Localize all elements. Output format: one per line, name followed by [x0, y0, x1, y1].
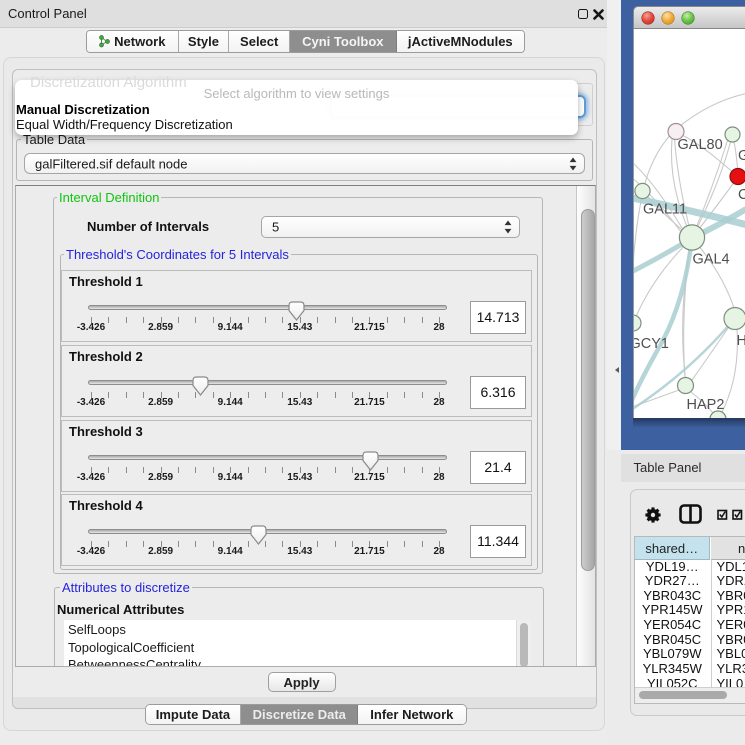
svg-text:GCY1: GCY1: [634, 336, 669, 352]
svg-text:GAL80: GAL80: [678, 137, 723, 153]
svg-text:HAP2: HAP2: [687, 397, 725, 413]
svg-text:GAL11: GAL11: [643, 201, 687, 217]
svg-text:GA: GA: [738, 148, 745, 164]
svg-text:H: H: [737, 333, 745, 349]
svg-text:C: C: [738, 187, 745, 203]
svg-text:GAL4: GAL4: [693, 251, 730, 267]
